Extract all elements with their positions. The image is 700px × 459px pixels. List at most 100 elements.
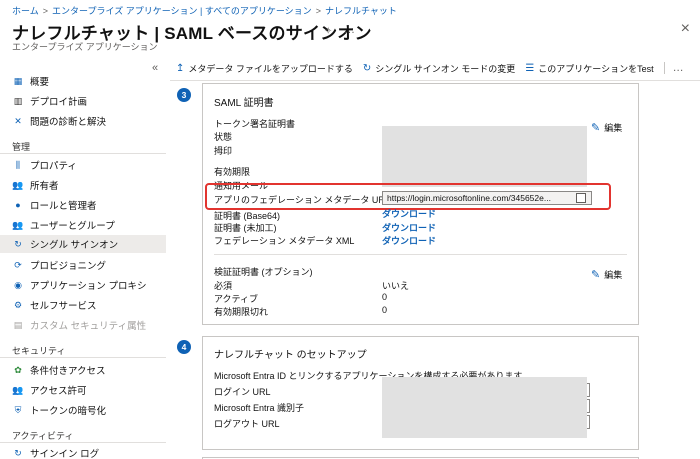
redacted-area xyxy=(382,377,587,438)
sidebar-item-provisioning[interactable]: ⟳ プロビジョニング xyxy=(0,256,166,274)
sidebar-item-overview[interactable]: ▦ 概要 xyxy=(0,72,166,90)
step-badge: 3 xyxy=(177,88,191,102)
sidebar-item-self-service[interactable]: ⚙ セルフサービス xyxy=(0,296,166,314)
toolbar-separator xyxy=(663,62,665,74)
divider xyxy=(0,153,166,154)
sidebar-item-label: ロールと管理者 xyxy=(30,201,97,212)
thumbprint-label: 拇印 xyxy=(214,146,233,156)
verify-cert-heading: 検証証明書 (オプション) xyxy=(214,267,313,277)
grid-icon: ▦ xyxy=(13,75,23,86)
sidebar-item-app-proxy[interactable]: ◉ アプリケーション プロキシ xyxy=(0,276,166,294)
divider xyxy=(0,357,166,358)
divider xyxy=(214,254,627,255)
sidebar-item-label: プロビジョニング xyxy=(30,261,107,272)
edit-verify-cert-button[interactable]: ✎ 編集 xyxy=(591,268,622,281)
sidebar-item-label: カスタム セキュリティ属性 xyxy=(30,321,147,332)
edit-label: 編集 xyxy=(604,270,623,280)
highlight-box xyxy=(205,183,611,210)
toolbar: ↥ メタデータ ファイルをアップロードする ↻ シングル サインオン モードの変更 … xyxy=(176,60,684,76)
status-label: 状態 xyxy=(214,132,233,142)
change-mode-icon: ↻ xyxy=(362,62,372,74)
sidebar-item-label: シングル サインオン xyxy=(30,240,119,251)
title-more-button[interactable]: … xyxy=(344,24,355,36)
sidebar-item-label: デプロイ計画 xyxy=(30,97,88,108)
section-manage: 管理 xyxy=(12,142,31,152)
toolbar-more-button[interactable]: … xyxy=(673,62,684,74)
sidebar-item-token-encryption[interactable]: ⛨ トークンの暗号化 xyxy=(0,401,166,419)
sidebar-item-label: セルフサービス xyxy=(30,301,97,312)
close-icon[interactable]: × xyxy=(681,20,690,38)
token-cert-heading: トークン署名証明書 xyxy=(214,119,296,129)
sidebar-item-label: 所有者 xyxy=(30,181,59,192)
breadcrumb-separator: > xyxy=(315,6,321,16)
signin-logs-icon: ↻ xyxy=(14,447,22,458)
list-icon: ☰ xyxy=(525,62,535,74)
card-title: SAML 証明書 xyxy=(214,98,274,109)
cert-raw-label: 証明書 (未加工) xyxy=(214,223,277,233)
section-activity: アクティビティ xyxy=(12,431,74,441)
pencil-icon: ✎ xyxy=(591,269,601,281)
pin-icon[interactable]: ✧ xyxy=(324,26,332,37)
required-value: いいえ xyxy=(382,281,410,291)
redacted-area xyxy=(382,126,587,187)
sidebar-item-single-sign-on[interactable]: ↻ シングル サインオン xyxy=(0,235,166,253)
sidebar-item-label: トークンの暗号化 xyxy=(30,406,107,417)
edit-token-cert-button[interactable]: ✎ 編集 xyxy=(591,121,622,134)
sidebar-item-permissions[interactable]: 👥 アクセス許可 xyxy=(0,381,166,399)
sso-icon: ↻ xyxy=(14,238,22,249)
conditional-access-icon: ✿ xyxy=(14,364,22,375)
proxy-icon: ◉ xyxy=(14,279,22,290)
sidebar-item-diagnose[interactable]: ✕ 問題の診断と解決 xyxy=(0,112,166,130)
divider xyxy=(170,80,700,81)
wrench-icon: ✕ xyxy=(14,115,22,126)
federation-xml-label: フェデレーション メタデータ XML xyxy=(214,236,355,246)
sidebar-item-deployment-plan[interactable]: ▥ デプロイ計画 xyxy=(0,92,166,110)
upload-metadata-button[interactable]: ↥ メタデータ ファイルをアップロードする xyxy=(176,62,353,75)
sidebar-item-label: ユーザーとグループ xyxy=(30,221,115,232)
page-subtitle: エンタープライズ アプリケーション xyxy=(12,42,158,52)
active-label: アクティブ xyxy=(214,294,259,304)
edit-label: 編集 xyxy=(604,123,623,133)
pencil-icon: ✎ xyxy=(591,122,601,134)
sidebar-item-label: 問題の診断と解決 xyxy=(30,117,107,128)
roles-icon: ● xyxy=(15,200,21,210)
self-service-icon: ⚙ xyxy=(13,299,23,310)
sidebar-item-users-groups[interactable]: 👥 ユーザーとグループ xyxy=(0,216,166,234)
owners-icon: 👥 xyxy=(12,179,24,190)
sidebar-item-label: サインイン ログ xyxy=(30,449,100,459)
sidebar-item-label: プロパティ xyxy=(30,161,77,172)
permissions-icon: 👥 xyxy=(12,384,24,395)
book-icon: ▥ xyxy=(13,95,23,106)
sidebar-item-roles[interactable]: ● ロールと管理者 xyxy=(0,196,166,214)
change-sso-mode-button[interactable]: ↻ シングル サインオン モードの変更 xyxy=(363,62,515,75)
download-cert-base64-link[interactable]: ダウンロード xyxy=(382,207,436,220)
card-title: ナレフルチャット のセットアップ xyxy=(214,350,367,361)
breadcrumb-separator: > xyxy=(42,6,48,16)
test-label: このアプリケーションをTest xyxy=(538,63,654,74)
breadcrumb-home[interactable]: ホーム xyxy=(12,6,39,16)
upload-icon: ↥ xyxy=(176,62,185,74)
sidebar-item-label: 条件付きアクセス xyxy=(30,366,106,377)
sidebar-item-conditional-access[interactable]: ✿ 条件付きアクセス xyxy=(0,361,166,379)
step-badge: 4 xyxy=(177,340,191,354)
sidebar-item-label: アクセス許可 xyxy=(30,386,87,397)
download-federation-xml-link[interactable]: ダウンロード xyxy=(382,234,436,247)
test-app-button[interactable]: ☰ このアプリケーションをTest xyxy=(525,62,653,75)
sidebar-item-custom-security-attributes: ▤ カスタム セキュリティ属性 xyxy=(0,316,166,334)
breadcrumb-app[interactable]: ナレフルチャット xyxy=(325,6,397,16)
sidebar-item-label: アプリケーション プロキシ xyxy=(30,281,147,292)
sidebar-item-owners[interactable]: 👥 所有者 xyxy=(0,176,166,194)
logout-url-label: ログアウト URL xyxy=(214,419,280,429)
breadcrumb: ホーム > エンタープライズ アプリケーション | すべてのアプリケーション > ナレフ… xyxy=(12,4,397,17)
properties-icon: ⫼ xyxy=(15,159,21,170)
sidebar-item-properties[interactable]: ⫼ プロパティ xyxy=(0,156,166,174)
download-cert-raw-link[interactable]: ダウンロード xyxy=(382,221,436,234)
breadcrumb-enterprise-apps[interactable]: エンタープライズ アプリケーション | すべてのアプリケーション xyxy=(52,6,312,16)
custom-attr-icon: ▤ xyxy=(13,319,23,330)
required-label: 必須 xyxy=(214,281,233,291)
expiry-label: 有効期限 xyxy=(214,167,251,177)
provisioning-icon: ⟳ xyxy=(14,259,22,270)
active-value: 0 xyxy=(382,292,388,302)
sidebar-item-signin-logs[interactable]: ↻ サインイン ログ xyxy=(0,444,166,459)
expired-value: 0 xyxy=(382,305,388,315)
